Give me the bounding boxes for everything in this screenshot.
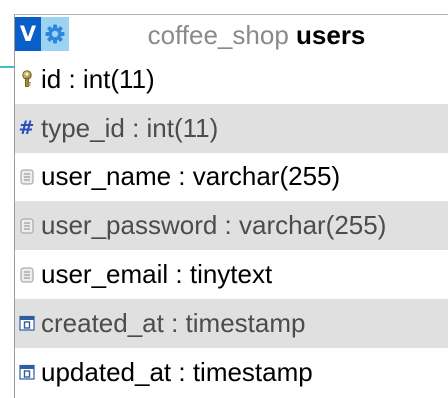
column-name: type_id	[41, 112, 125, 143]
column-type: int(11)	[146, 112, 219, 143]
table-title[interactable]: coffee_shop users	[71, 15, 442, 55]
calendar-icon	[16, 313, 37, 334]
table-card-users[interactable]: V coffee_shop users id : int(11) # type_…	[14, 14, 448, 398]
column-name: created_at	[41, 307, 164, 338]
column-list: id : int(11) # type_id : int(11) user_name …	[15, 55, 448, 397]
column-type: timestamp	[192, 356, 313, 387]
column-definition: id : int(11)	[41, 64, 155, 95]
column-separator: :	[171, 356, 193, 387]
column-row-created-at[interactable]: created_at : timestamp	[15, 298, 448, 348]
column-name: updated_at	[41, 356, 172, 387]
column-separator: :	[168, 259, 190, 290]
column-type: timestamp	[185, 307, 306, 338]
column-separator: :	[124, 112, 147, 143]
toggle-columns-button[interactable]: V	[15, 17, 41, 51]
text-field-icon	[16, 166, 37, 187]
column-definition: user_name : varchar(255)	[41, 161, 340, 192]
column-type: tinytext	[189, 259, 273, 290]
table-name: users	[296, 20, 366, 50]
column-definition: user_email : tinytext	[41, 259, 272, 290]
column-name: user_name	[41, 161, 172, 192]
column-type: varchar(255)	[192, 161, 341, 192]
column-definition: type_id : int(11)	[41, 113, 218, 144]
column-row-user-email[interactable]: user_email : tinytext	[15, 250, 448, 299]
key-icon	[16, 69, 37, 90]
column-type: varchar(255)	[238, 210, 387, 241]
column-definition: created_at : timestamp	[41, 308, 305, 339]
hash-icon: #	[18, 116, 35, 139]
database-name: coffee_shop	[147, 20, 289, 50]
calendar-icon	[16, 362, 37, 383]
table-header[interactable]: V coffee_shop users	[15, 15, 448, 55]
column-row-type-id[interactable]: # type_id : int(11)	[15, 103, 448, 153]
column-row-user-password[interactable]: user_password : varchar(255)	[15, 201, 448, 251]
column-row-id[interactable]: id : int(11)	[15, 55, 448, 104]
text-field-icon	[16, 264, 37, 285]
column-row-user-name[interactable]: user_name : varchar(255)	[15, 153, 448, 202]
column-separator: :	[163, 307, 186, 338]
column-name: user_email	[41, 259, 169, 290]
column-name: user_password	[41, 210, 218, 241]
column-separator: :	[61, 63, 83, 94]
column-type: int(11)	[82, 63, 155, 94]
text-field-icon	[16, 215, 37, 236]
table-options-button[interactable]	[41, 17, 69, 51]
column-name: id	[41, 63, 62, 94]
column-separator: :	[171, 161, 193, 192]
column-row-updated-at[interactable]: updated_at : timestamp	[15, 348, 448, 397]
column-definition: updated_at : timestamp	[41, 357, 313, 388]
column-definition: user_password : varchar(255)	[41, 210, 386, 241]
column-separator: :	[217, 210, 239, 241]
